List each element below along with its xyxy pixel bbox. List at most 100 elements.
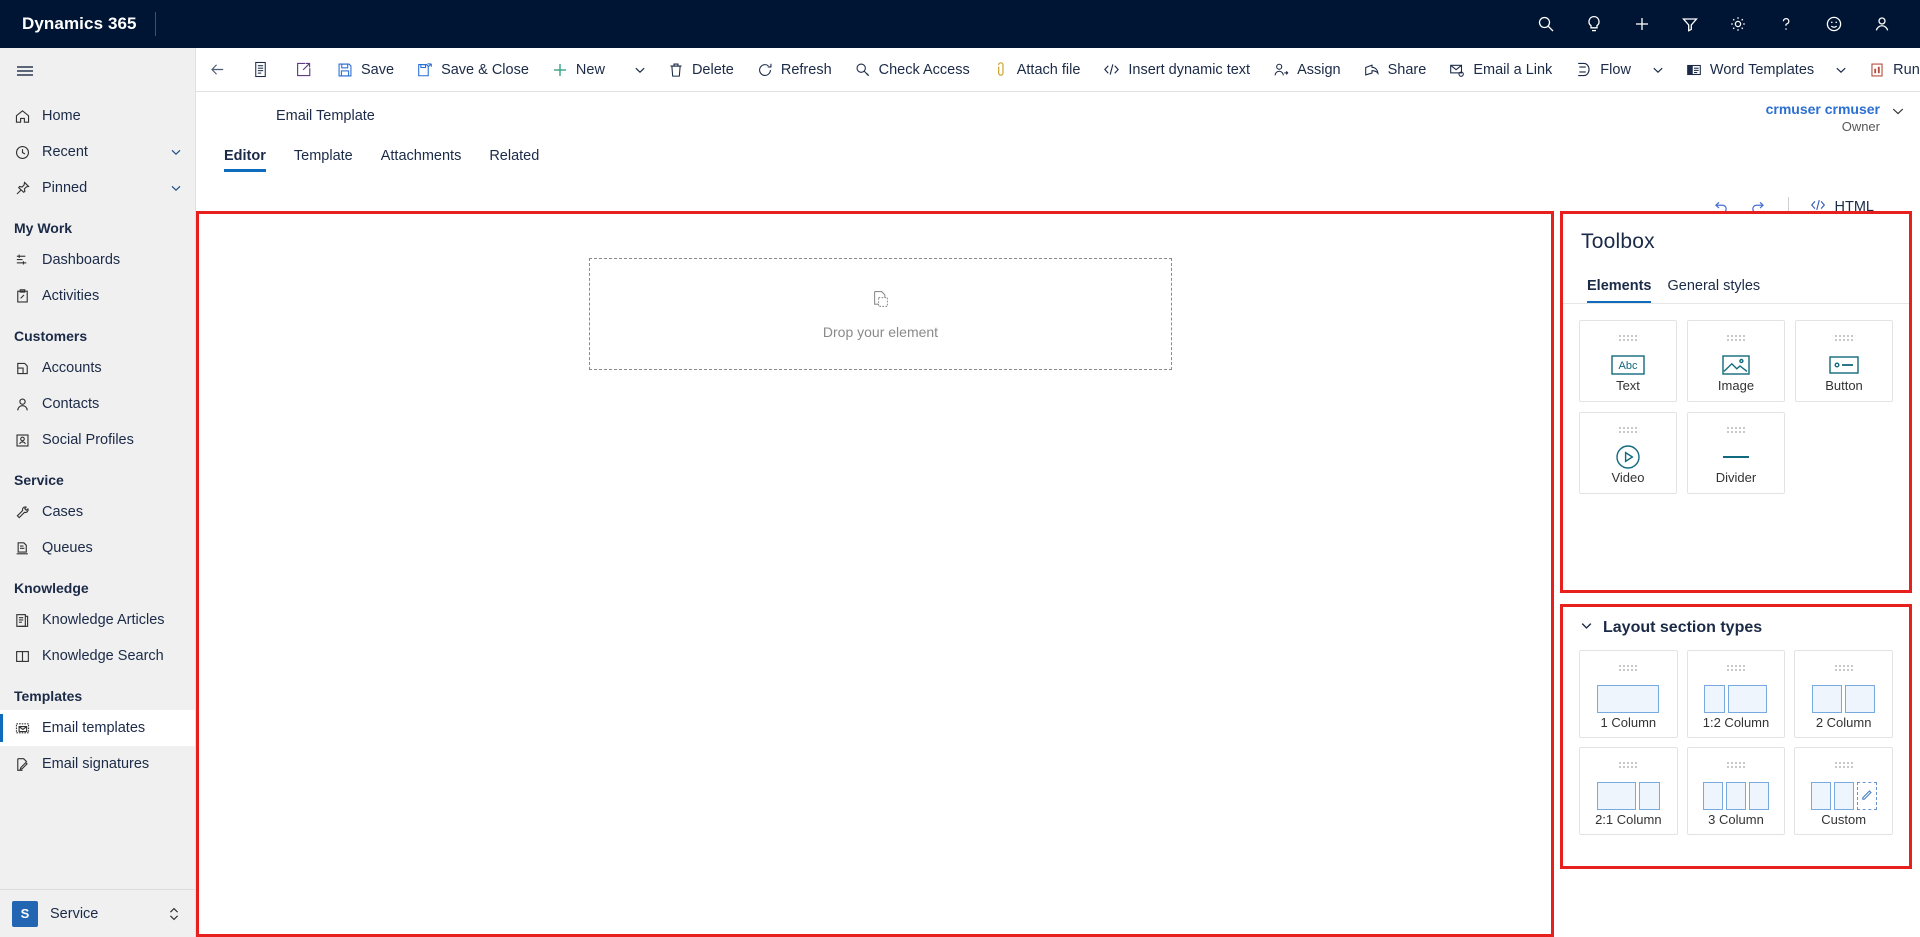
new-button[interactable]: New <box>540 48 616 91</box>
search-icon[interactable] <box>1522 0 1570 48</box>
toolbox-element-divider[interactable]: Divider <box>1687 412 1785 494</box>
home-icon <box>14 108 42 125</box>
delete-button[interactable]: Delete <box>656 48 745 91</box>
word-templates-button[interactable]: Word Templates <box>1674 48 1825 91</box>
tab-template[interactable]: Template <box>280 142 367 174</box>
drag-grip-icon[interactable] <box>1725 421 1747 439</box>
chevron-down-icon[interactable] <box>169 145 195 159</box>
sidebar-item-pinned[interactable]: Pinned <box>0 170 195 206</box>
drag-grip-icon[interactable] <box>1725 756 1747 774</box>
toolbox-element-video[interactable]: Video <box>1579 412 1677 494</box>
flow-button[interactable]: Flow <box>1563 48 1642 91</box>
open-new-window-button[interactable] <box>282 48 325 91</box>
owner-name[interactable]: crmuser crmuser <box>1766 100 1880 118</box>
drag-grip-icon[interactable] <box>1617 756 1639 774</box>
sidebar-item-queues[interactable]: Queues <box>0 530 195 566</box>
record-tab-strip: Editor Template Attachments Related <box>210 142 553 174</box>
word-templates-caret[interactable] <box>1825 48 1857 91</box>
layout-section-types-header[interactable]: Layout section types <box>1577 607 1895 638</box>
canvas-dropzone[interactable]: Drop your element <box>589 258 1172 370</box>
sidebar-item-email-templates[interactable]: Email templates <box>0 710 195 746</box>
sidebar-item-dashboards[interactable]: Dashboards <box>0 242 195 278</box>
sidebar-item-email-signatures[interactable]: Email signatures <box>0 746 195 782</box>
layout-1-2-column[interactable]: 1:2 Column <box>1686 650 1786 738</box>
toolbox-tab-general-styles[interactable]: General styles <box>1659 274 1768 303</box>
drag-grip-icon[interactable] <box>1833 659 1855 677</box>
person-icon[interactable] <box>1858 0 1906 48</box>
tab-editor[interactable]: Editor <box>210 142 280 174</box>
drag-grip-icon[interactable] <box>1833 329 1855 347</box>
area-switcher[interactable]: S Service <box>0 889 195 937</box>
sidebar-item-label: Email signatures <box>42 756 150 772</box>
drag-grip-icon[interactable] <box>1833 756 1855 774</box>
sidebar-item-label: Email templates <box>42 720 146 736</box>
question-icon[interactable] <box>1762 0 1810 48</box>
smiley-icon[interactable] <box>1810 0 1858 48</box>
layout-2-1-column[interactable]: 2:1 Column <box>1579 747 1678 835</box>
run-report-button[interactable]: Run Report <box>1857 48 1920 91</box>
insert-dynamic-text-button[interactable]: Insert dynamic text <box>1091 48 1261 91</box>
toolbox-element-image[interactable]: Image <box>1687 320 1785 402</box>
layout-custom[interactable]: Custom <box>1794 747 1893 835</box>
toolbox-title: Toolbox <box>1581 230 1655 253</box>
back-button[interactable] <box>196 48 239 91</box>
lightbulb-icon[interactable] <box>1570 0 1618 48</box>
plus-icon[interactable] <box>1618 0 1666 48</box>
flow-label: Flow <box>1600 61 1631 78</box>
chevron-down-icon <box>1651 63 1665 77</box>
sidebar-group-my-work: My Work <box>14 220 73 236</box>
flow-caret[interactable] <box>1642 48 1674 91</box>
check-access-button[interactable]: Check Access <box>843 48 981 91</box>
filter-icon[interactable] <box>1666 0 1714 48</box>
save-button[interactable]: Save <box>325 48 405 91</box>
report-icon <box>1868 61 1886 79</box>
chevron-down-icon[interactable] <box>169 181 195 195</box>
chevron-down-icon[interactable] <box>1579 618 1594 638</box>
layout-3-column[interactable]: 3 Column <box>1686 747 1786 835</box>
share-button[interactable]: Share <box>1352 48 1438 91</box>
page-title: Email Template <box>276 108 375 124</box>
sidebar-item-activities[interactable]: Activities <box>0 278 195 314</box>
refresh-button[interactable]: Refresh <box>745 48 843 91</box>
sidebar-item-social-profiles[interactable]: Social Profiles <box>0 422 195 458</box>
left-sidebar: Home Recent Pinned My Work Dashboards Ac… <box>0 48 196 937</box>
flow-icon <box>1574 60 1593 79</box>
toolbox-element-text[interactable]: Abc Text <box>1579 320 1677 402</box>
layout-2-column[interactable]: 2 Column <box>1794 650 1893 738</box>
toolbox-element-button[interactable]: Button <box>1795 320 1893 402</box>
sidebar-item-knowledge-articles[interactable]: Knowledge Articles <box>0 602 195 638</box>
toolbox-panel: Toolbox Elements General styles Abc Text… <box>1560 211 1912 593</box>
key-icon <box>854 61 872 79</box>
form-selector-button[interactable] <box>239 48 282 91</box>
chevron-down-icon[interactable] <box>1890 100 1906 124</box>
sidebar-item-accounts[interactable]: Accounts <box>0 350 195 386</box>
site-map-toggle[interactable] <box>0 48 195 94</box>
tab-attachments[interactable]: Attachments <box>367 142 476 174</box>
tab-related[interactable]: Related <box>475 142 553 174</box>
sidebar-item-knowledge-search[interactable]: Knowledge Search <box>0 638 195 674</box>
sidebar-item-home[interactable]: Home <box>0 98 195 134</box>
sidebar-item-recent[interactable]: Recent <box>0 134 195 170</box>
layout-preview <box>1812 682 1876 715</box>
clipboard-icon <box>14 288 42 305</box>
drag-grip-icon[interactable] <box>1725 329 1747 347</box>
assign-button[interactable]: Assign <box>1261 48 1352 91</box>
drag-grip-icon[interactable] <box>1725 659 1747 677</box>
sidebar-item-cases[interactable]: Cases <box>0 494 195 530</box>
email-design-canvas[interactable]: Drop your element <box>196 211 1554 937</box>
sidebar-item-contacts[interactable]: Contacts <box>0 386 195 422</box>
email-template-icon <box>14 720 42 737</box>
email-a-link-button[interactable]: Email a Link <box>1437 48 1563 91</box>
attach-file-button[interactable]: Attach file <box>981 48 1092 91</box>
drag-grip-icon[interactable] <box>1617 421 1639 439</box>
app-brand[interactable]: Dynamics 365 <box>0 14 155 34</box>
drag-grip-icon[interactable] <box>1617 329 1639 347</box>
layout-1-column[interactable]: 1 Column <box>1579 650 1678 738</box>
queue-icon <box>14 540 42 557</box>
drag-grip-icon[interactable] <box>1617 659 1639 677</box>
chevron-up-down-icon[interactable] <box>167 906 195 922</box>
save-and-close-button[interactable]: Save & Close <box>405 48 540 91</box>
gear-icon[interactable] <box>1714 0 1762 48</box>
new-overflow-caret[interactable] <box>624 48 656 91</box>
toolbox-tab-elements[interactable]: Elements <box>1579 274 1659 303</box>
